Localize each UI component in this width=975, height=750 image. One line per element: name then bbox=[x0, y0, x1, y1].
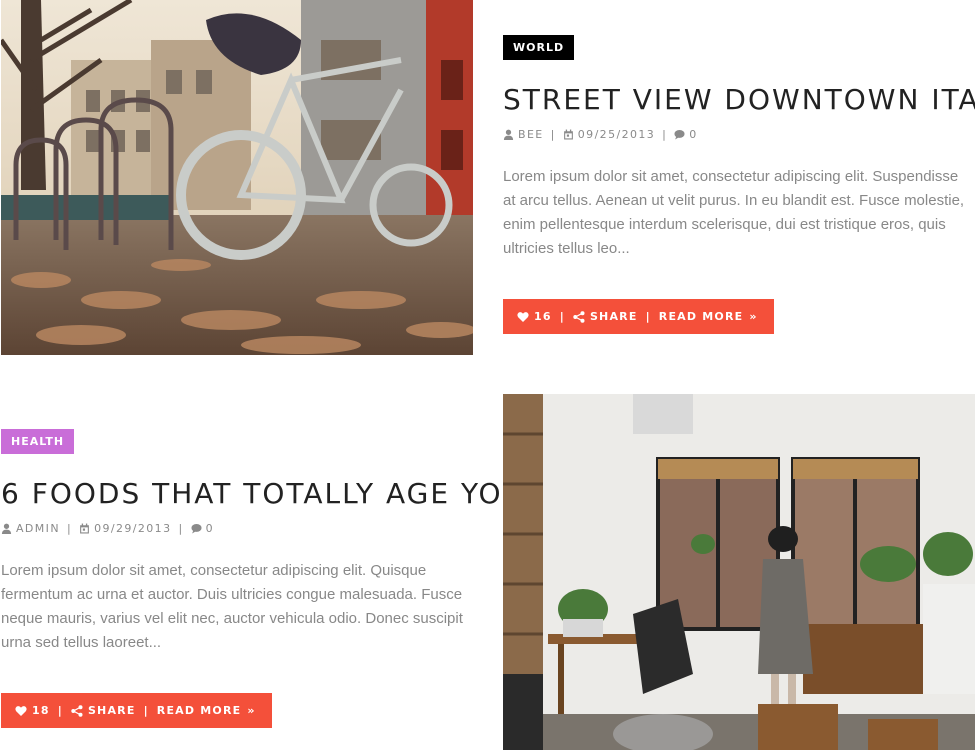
user-icon bbox=[1, 523, 12, 534]
like-button[interactable]: 18 bbox=[15, 704, 50, 717]
action-separator: | bbox=[645, 310, 651, 323]
share-label: SHARE bbox=[87, 704, 136, 717]
post-author[interactable]: ADMIN bbox=[16, 522, 60, 535]
post-author[interactable]: BEE bbox=[518, 128, 544, 141]
category-badge[interactable]: WORLD bbox=[503, 35, 575, 60]
share-label: SHARE bbox=[589, 310, 638, 323]
double-chevron-right-icon: » bbox=[749, 310, 758, 323]
heart-icon bbox=[15, 705, 27, 717]
post-thumbnail-bicycle[interactable] bbox=[1, 0, 473, 355]
post-content: WORLD STREET VIEW DOWNTOWN ITALY BEE | 0… bbox=[503, 35, 975, 334]
action-separator: | bbox=[57, 704, 63, 717]
comment-count[interactable]: 0 bbox=[689, 128, 697, 141]
post-content: HEALTH 6 FOODS THAT TOTALLY AGE YOU ADMI… bbox=[1, 429, 523, 728]
post-title[interactable]: 6 FOODS THAT TOTALLY AGE YOU bbox=[1, 475, 523, 513]
post-date: 09/25/2013 bbox=[577, 127, 656, 141]
like-count: 16 bbox=[534, 310, 552, 323]
user-icon bbox=[503, 129, 514, 140]
post-excerpt: Lorem ipsum dolor sit amet, consectetur … bbox=[1, 562, 463, 651]
meta-separator: | bbox=[178, 521, 184, 535]
calendar-icon bbox=[79, 523, 90, 534]
post-meta: BEE | 09/25/2013 | 0 bbox=[503, 125, 973, 143]
comment-count[interactable]: 0 bbox=[206, 522, 214, 535]
post-street-view: WORLD STREET VIEW DOWNTOWN ITALY BEE | 0… bbox=[0, 0, 975, 355]
post-foods-age: HEALTH 6 FOODS THAT TOTALLY AGE YOU ADMI… bbox=[0, 394, 975, 750]
post-thumbnail-interior[interactable] bbox=[503, 394, 975, 750]
post-title[interactable]: STREET VIEW DOWNTOWN ITALY bbox=[503, 81, 975, 119]
post-actions-bar: 18 | SHARE | READ MORE » bbox=[1, 693, 272, 728]
category-badge[interactable]: HEALTH bbox=[1, 429, 75, 454]
share-icon bbox=[573, 310, 585, 323]
meta-separator: | bbox=[66, 521, 73, 535]
heart-icon bbox=[517, 311, 529, 323]
post-date: 09/29/2013 bbox=[94, 521, 172, 535]
meta-separator: | bbox=[550, 127, 556, 141]
share-icon bbox=[71, 704, 83, 717]
post-actions-bar: 16 | SHARE | READ MORE » bbox=[503, 299, 774, 334]
post-meta: ADMIN | 09/29/2013 | 0 bbox=[1, 519, 471, 537]
comment-icon bbox=[191, 523, 202, 534]
share-button[interactable]: SHARE bbox=[573, 310, 638, 323]
comment-icon bbox=[674, 129, 685, 140]
read-more-label: READ MORE bbox=[156, 704, 242, 717]
like-count: 18 bbox=[32, 704, 50, 717]
action-separator: | bbox=[143, 704, 149, 717]
post-excerpt: Lorem ipsum dolor sit amet, consectetur … bbox=[503, 168, 965, 257]
like-button[interactable]: 16 bbox=[517, 310, 552, 323]
meta-separator: | bbox=[662, 127, 668, 141]
read-more-button[interactable]: READ MORE » bbox=[659, 310, 758, 323]
double-chevron-right-icon: » bbox=[247, 704, 256, 717]
share-button[interactable]: SHARE bbox=[71, 704, 136, 717]
action-separator: | bbox=[559, 310, 565, 323]
read-more-label: READ MORE bbox=[658, 310, 744, 323]
calendar-icon bbox=[563, 129, 574, 140]
read-more-button[interactable]: READ MORE » bbox=[157, 704, 256, 717]
